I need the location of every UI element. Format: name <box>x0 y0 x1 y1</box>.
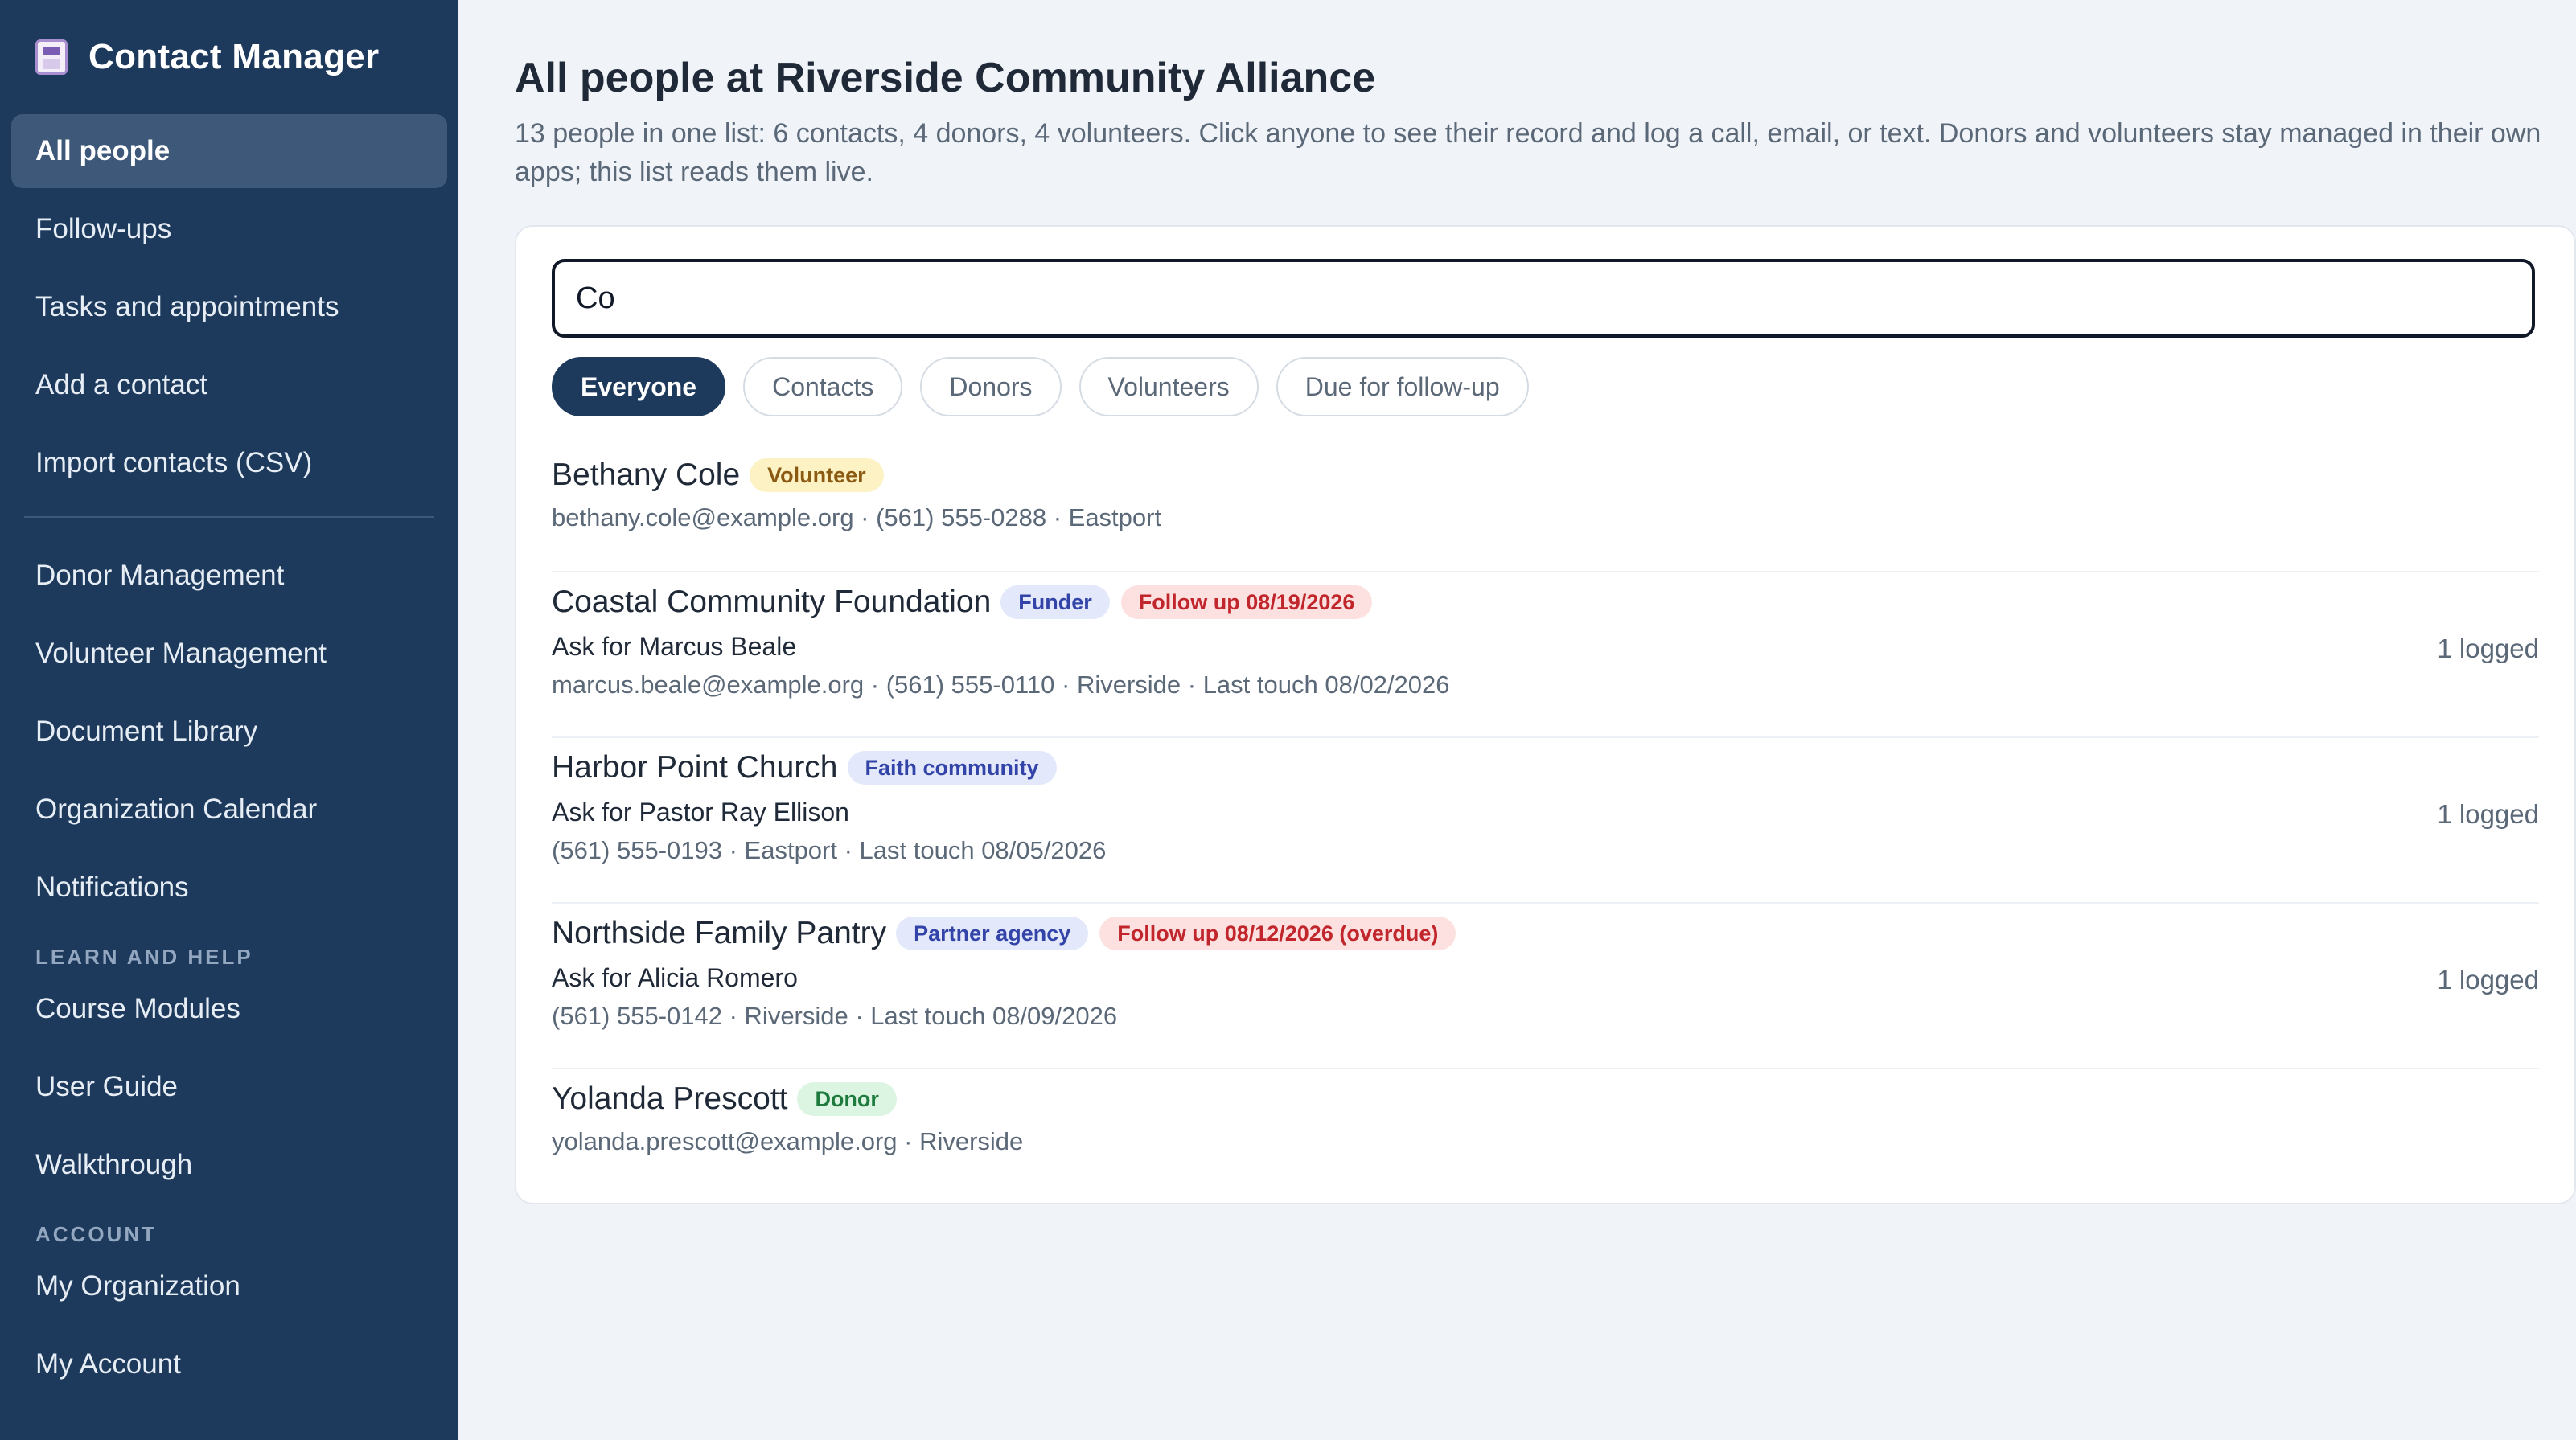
people-list: Bethany Cole Volunteer bethany.cole@exam… <box>552 445 2539 1196</box>
sidebar: Contact Manager All people Follow-ups Ta… <box>0 0 458 1440</box>
person-meta: (561) 555-0142 · Riverside · Last touch … <box>552 1002 1118 1030</box>
apps-nav: Donor Management Volunteer Management Do… <box>11 539 447 925</box>
nav-notifications[interactable]: Notifications <box>11 851 447 925</box>
account-nav: My Organization My Account <box>11 1249 447 1401</box>
nav-tasks-appointments[interactable]: Tasks and appointments <box>11 270 447 344</box>
nav-walkthrough[interactable]: Walkthrough <box>11 1128 447 1202</box>
ask-for: Ask for Pastor Ray Ellison <box>552 798 849 827</box>
person-meta: marcus.beale@example.org · (561) 555-011… <box>552 671 1450 699</box>
follow-up-badge: Follow up 08/19/2026 <box>1120 585 1373 619</box>
nav-organization-calendar[interactable]: Organization Calendar <box>11 773 447 847</box>
list-item-header: Northside Family Pantry Partner agency F… <box>552 910 2539 957</box>
app-title: Contact Manager <box>88 37 380 76</box>
person-name: Harbor Point Church <box>552 750 838 785</box>
filter-contacts[interactable]: Contacts <box>743 357 903 416</box>
people-card: Everyone Contacts Donors Volunteers Due … <box>515 225 2576 1204</box>
list-item-header: Coastal Community Foundation Funder Foll… <box>552 579 2539 626</box>
primary-nav: All people Follow-ups Tasks and appointm… <box>11 114 447 500</box>
nav-document-library[interactable]: Document Library <box>11 695 447 769</box>
person-meta: yolanda.prescott@example.org · Riverside <box>552 1127 1024 1155</box>
list-item[interactable]: Yolanda Prescott Donor yolanda.prescott@… <box>552 1069 2539 1196</box>
nav-user-guide[interactable]: User Guide <box>11 1050 447 1124</box>
learn-nav: Course Modules User Guide Walkthrough <box>11 972 447 1202</box>
page-title: All people at Riverside Community Allian… <box>515 55 1376 101</box>
nav-course-modules[interactable]: Course Modules <box>11 972 447 1046</box>
person-name: Bethany Cole <box>552 457 741 492</box>
nav-add-contact[interactable]: Add a contact <box>11 348 447 422</box>
section-account: ACCOUNT <box>35 1222 157 1246</box>
nav-my-account[interactable]: My Account <box>11 1327 447 1401</box>
list-item-header: Yolanda Prescott Donor <box>552 1076 2539 1122</box>
list-item[interactable]: Harbor Point Church Faith community Ask … <box>552 738 2539 904</box>
page-subtitle: 13 people in one list: 6 contacts, 4 don… <box>515 118 2541 187</box>
type-badge: Funder <box>1000 585 1110 619</box>
nav-import-contacts[interactable]: Import contacts (CSV) <box>11 426 447 500</box>
nav-my-organization[interactable]: My Organization <box>11 1249 447 1323</box>
nav-donor-management[interactable]: Donor Management <box>11 539 447 613</box>
person-name: Northside Family Pantry <box>552 916 887 950</box>
list-item-header: Harbor Point Church Faith community <box>552 745 2539 791</box>
person-meta: bethany.cole@example.org · (561) 555-028… <box>552 503 1162 531</box>
filter-everyone[interactable]: Everyone <box>552 357 726 416</box>
filter-donors[interactable]: Donors <box>920 357 1062 416</box>
person-name: Yolanda Prescott <box>552 1081 788 1116</box>
filter-volunteers[interactable]: Volunteers <box>1078 357 1259 416</box>
main-content: All people at Riverside Community Allian… <box>458 0 2576 1440</box>
type-badge: Faith community <box>847 751 1057 785</box>
notebook-icon <box>35 39 68 75</box>
list-item[interactable]: Northside Family Pantry Partner agency F… <box>552 904 2539 1069</box>
logged-count: 1 logged <box>2437 634 2539 663</box>
ask-for: Ask for Alicia Romero <box>552 963 798 992</box>
type-badge: Partner agency <box>896 917 1089 950</box>
type-badge: Volunteer <box>750 458 884 492</box>
logged-count: 1 logged <box>2437 799 2539 829</box>
filter-due-follow-up[interactable]: Due for follow-up <box>1276 357 1529 416</box>
ask-for: Ask for Marcus Beale <box>552 632 797 661</box>
nav-volunteer-management[interactable]: Volunteer Management <box>11 617 447 691</box>
list-item[interactable]: Coastal Community Foundation Funder Foll… <box>552 572 2539 738</box>
person-meta: (561) 555-0193 · Eastport · Last touch 0… <box>552 836 1107 864</box>
person-name: Coastal Community Foundation <box>552 585 992 619</box>
logged-count: 1 logged <box>2437 965 2539 995</box>
type-badge: Donor <box>797 1082 897 1116</box>
app-root: Contact Manager All people Follow-ups Ta… <box>0 0 2576 1440</box>
nav-follow-ups[interactable]: Follow-ups <box>11 192 447 266</box>
search-input[interactable] <box>552 259 2535 338</box>
list-item-header: Bethany Cole Volunteer <box>552 452 2539 498</box>
list-item[interactable]: Bethany Cole Volunteer bethany.cole@exam… <box>552 445 2539 572</box>
brand[interactable]: Contact Manager <box>11 0 447 114</box>
nav-all-people[interactable]: All people <box>11 114 447 188</box>
filter-chips: Everyone Contacts Donors Volunteers Due … <box>552 357 2539 416</box>
follow-up-badge: Follow up 08/12/2026 (overdue) <box>1099 917 1456 950</box>
section-learn-help: LEARN AND HELP <box>35 945 253 969</box>
nav-divider <box>24 516 434 518</box>
